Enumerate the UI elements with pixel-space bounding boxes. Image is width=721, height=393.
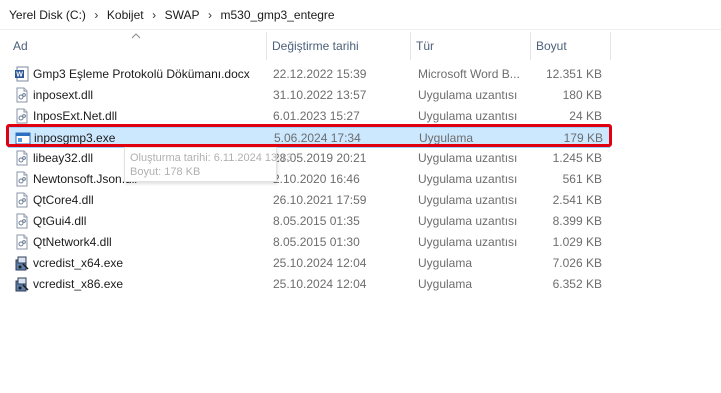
chevron-right-icon[interactable]: › [86,8,107,22]
dll-file-icon [14,87,30,103]
file-type: Uygulama uzantısı [418,214,518,228]
file-type: Microsoft Word B... [418,67,520,81]
file-row[interactable]: QtGui4.dll 8.05.2015 01:35 Uygulama uzantı… [8,211,610,232]
tooltip-size: Boyut: 178 KB [130,166,201,178]
file-modified-date: 5.06.2024 17:34 [274,131,361,145]
installer-icon [14,276,30,292]
dll-file-icon [14,213,30,229]
file-size: 180 KB [562,88,602,102]
file-name: QtGui4.dll [33,214,87,228]
file-type: Uygulama uzantısı [418,109,518,123]
file-row[interactable]: vcredist_x86.exe 25.10.2024 12:04 Uygulama… [8,274,610,295]
file-modified-date: 8.05.2015 01:35 [273,214,360,228]
file-size: 561 KB [562,172,602,186]
file-modified-date: 6.01.2023 15:27 [273,109,360,123]
dll-file-icon [14,171,30,187]
file-type: Uygulama uzantısı [418,235,518,249]
file-size: 24 KB [569,109,602,123]
file-row[interactable]: QtNetwork4.dll 8.05.2015 01:30 Uygulama uz… [8,232,610,253]
file-modified-date: 31.10.2022 13:57 [273,88,367,102]
file-name: QtNetwork4.dll [33,235,112,249]
file-row[interactable]: Newtonsoft.Json.dll 2.10.2020 16:46 Uygula… [8,169,610,190]
file-row[interactable]: QtCore4.dll 26.10.2021 17:59 Uygulama uzan… [8,190,610,211]
tooltip-created-date: Oluşturma tarihi: 6.11.2024 13:13 [130,152,293,164]
file-size: 1.245 KB [552,151,602,165]
file-type: Uygulama [419,131,474,145]
file-modified-date: 25.10.2024 12:04 [273,256,367,270]
breadcrumb-item-current-folder[interactable]: m530_gmp3_entegre [221,8,335,22]
file-row[interactable]: inposext.dll 31.10.2022 13:57 Uygulama uza… [8,85,610,106]
file-modified-date: 8.05.2015 01:30 [273,235,360,249]
file-size: 7.026 KB [552,256,602,270]
column-header-name[interactable]: Ad [8,32,266,60]
breadcrumb-item-disk[interactable]: Yerel Disk (C:) [9,8,86,22]
column-header-size[interactable]: Boyut [530,32,610,60]
breadcrumb-item-kobijet[interactable]: Kobijet [107,8,144,22]
chevron-right-icon[interactable]: › [200,8,221,22]
file-type: Uygulama uzantısı [418,151,518,165]
file-size: 12.351 KB [545,67,602,81]
file-size: 1.029 KB [552,235,602,249]
file-name: vcredist_x64.exe [33,256,124,270]
file-size: 179 KB [563,131,603,145]
file-type: Uygulama uzantısı [418,193,518,207]
file-size: 2.541 KB [552,193,602,207]
file-type: Uygulama uzantısı [418,88,518,102]
column-divider[interactable] [610,32,611,60]
svg-text:W: W [16,72,23,79]
file-type: Uygulama [418,256,473,270]
dll-file-icon [14,108,30,124]
file-info-tooltip: Oluşturma tarihi: 6.11.2024 13:13 Boyut:… [124,147,293,182]
file-name: vcredist_x86.exe [33,277,124,291]
file-row[interactable]: libeay32.dll 28.05.2019 20:21 Uygulama uza… [8,148,610,169]
breadcrumb: Yerel Disk (C:) › Kobijet › SWAP › m530_… [0,0,721,30]
file-size: 8.399 KB [552,214,602,228]
file-type: Uygulama uzantısı [418,172,518,186]
file-modified-date: 25.10.2024 12:04 [273,277,367,291]
installer-icon [14,255,30,271]
file-row[interactable]: InposExt.Net.dll 6.01.2023 15:27 Uygulama … [8,106,610,127]
file-type: Uygulama [418,277,473,291]
file-name: inposgmp3.exe [34,131,116,145]
file-size: 6.352 KB [552,277,602,291]
file-name: QtCore4.dll [33,193,94,207]
file-modified-date: 2.10.2020 16:46 [273,172,360,186]
file-row[interactable]: W Gmp3 Eşleme Protokolü Dökümanı.docx 22.1… [8,64,610,85]
dll-file-icon [14,234,30,250]
breadcrumb-item-swap[interactable]: SWAP [165,8,200,22]
file-modified-date: 22.12.2022 15:39 [273,67,367,81]
column-header-date[interactable]: Değiştirme tarihi [266,32,410,60]
file-modified-date: 26.10.2021 17:59 [273,193,367,207]
chevron-right-icon[interactable]: › [144,8,165,22]
dll-file-icon [14,150,30,166]
file-name: InposExt.Net.dll [33,109,118,123]
word-doc-icon: W [14,66,30,82]
column-header-type[interactable]: Tür [410,32,530,60]
dll-file-icon [14,192,30,208]
file-row[interactable]: inposgmp3.exe 5.06.2024 17:34 Uygulama 179 … [8,127,610,148]
file-modified-date: 28.05.2019 20:21 [273,151,367,165]
exe-app-icon [15,130,31,146]
file-name: inposext.dll [33,88,94,102]
column-header-row: Ad Değiştirme tarihi Tür Boyut [0,32,721,60]
file-name: Gmp3 Eşleme Protokolü Dökümanı.docx [33,67,250,81]
file-row[interactable]: vcredist_x64.exe 25.10.2024 12:04 Uygulama… [8,253,610,274]
